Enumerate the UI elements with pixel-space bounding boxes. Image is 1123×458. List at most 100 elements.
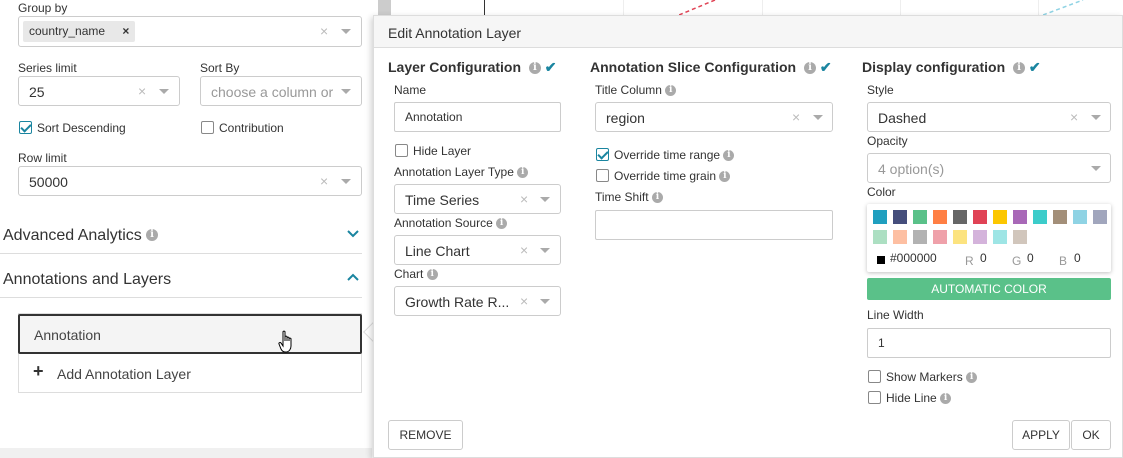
advanced-analytics-header[interactable]: Advanced Analytics i	[0, 214, 362, 254]
clear-icon[interactable]: ×	[520, 242, 528, 258]
row-limit-select[interactable]: 50000 ×	[18, 166, 362, 196]
color-swatch[interactable]	[933, 210, 947, 224]
hand-cursor-icon	[278, 330, 292, 353]
title-column-label-text: Title Column	[595, 83, 662, 97]
clear-icon[interactable]: ×	[520, 293, 528, 309]
chart-value: Growth Rate R...	[405, 294, 510, 310]
time-shift-input[interactable]	[595, 210, 833, 240]
contribution-checkbox[interactable]	[201, 121, 214, 134]
chevron-down-icon[interactable]	[341, 29, 351, 34]
annotation-type-select[interactable]: Time Series ×	[394, 184, 561, 214]
chevron-up-icon[interactable]	[346, 272, 360, 282]
clear-icon[interactable]: ×	[520, 191, 528, 207]
annotation-list-item[interactable]: Annotation	[18, 314, 362, 354]
hide-layer-label[interactable]: Hide Layer	[413, 144, 471, 158]
hide-layer-checkbox[interactable]	[395, 144, 408, 157]
clear-icon[interactable]: ×	[1070, 109, 1078, 125]
group-by-label: Group by	[18, 1, 68, 15]
chart-dashed-line-blue	[1043, 0, 1084, 15]
annotations-layers-header[interactable]: Annotations and Layers	[0, 258, 362, 298]
annotation-source-label-text: Annotation Source	[394, 216, 493, 230]
apply-button[interactable]: APPLY	[1012, 420, 1070, 450]
title-column-select[interactable]: region ×	[595, 102, 833, 132]
color-swatch[interactable]	[1093, 210, 1107, 224]
color-swatch[interactable]	[973, 230, 987, 244]
sort-descending-label[interactable]: Sort Descending	[37, 121, 126, 135]
add-annotation-layer-button[interactable]: + Add Annotation Layer	[19, 354, 361, 392]
color-swatch[interactable]	[913, 210, 927, 224]
g-input[interactable]: 0	[1027, 251, 1034, 265]
info-icon: i	[517, 167, 529, 179]
show-markers-checkbox[interactable]	[868, 370, 881, 383]
override-time-range-label[interactable]: Override time range i	[614, 148, 735, 162]
line-width-input[interactable]: 1	[867, 328, 1111, 358]
color-swatch[interactable]	[1053, 210, 1067, 224]
color-swatch[interactable]	[1013, 230, 1027, 244]
contribution-label[interactable]: Contribution	[219, 121, 284, 135]
chart-area	[391, 0, 1123, 15]
color-swatch[interactable]	[873, 210, 887, 224]
chevron-down-icon[interactable]	[341, 179, 351, 184]
annotation-type-label: Annotation Layer Type i	[394, 165, 529, 179]
style-select[interactable]: Dashed ×	[867, 102, 1111, 132]
opacity-select[interactable]: 4 option(s)	[867, 153, 1111, 183]
clear-icon[interactable]: ×	[138, 83, 146, 99]
color-swatch[interactable]	[933, 230, 947, 244]
override-time-grain-checkbox[interactable]	[596, 169, 609, 182]
chevron-down-icon[interactable]	[341, 89, 351, 94]
chevron-down-icon[interactable]	[813, 115, 823, 120]
info-icon: i	[426, 269, 438, 281]
color-swatch[interactable]	[893, 210, 907, 224]
color-swatch[interactable]	[1033, 210, 1047, 224]
ok-button[interactable]: OK	[1071, 420, 1111, 450]
chart-select[interactable]: Growth Rate R... ×	[394, 286, 561, 316]
chevron-down-icon[interactable]	[540, 197, 550, 202]
chevron-down-icon[interactable]	[159, 89, 169, 94]
automatic-color-button[interactable]: AUTOMATIC COLOR	[867, 278, 1111, 300]
r-input[interactable]: 0	[980, 251, 987, 265]
info-icon: i	[804, 62, 816, 75]
color-swatch[interactable]	[993, 210, 1007, 224]
group-by-select[interactable]: country_name × ×	[18, 16, 362, 47]
clear-icon[interactable]: ×	[792, 109, 800, 125]
series-limit-label: Series limit	[18, 61, 77, 75]
sort-by-select[interactable]: choose a column or	[200, 76, 362, 106]
color-swatch[interactable]	[1013, 210, 1027, 224]
hide-line-checkbox[interactable]	[868, 391, 881, 404]
pane-divider[interactable]	[378, 0, 391, 15]
b-label: B	[1059, 254, 1068, 268]
chevron-down-icon[interactable]	[1091, 166, 1101, 171]
annotation-source-select[interactable]: Line Chart ×	[394, 235, 561, 265]
remove-button[interactable]: REMOVE	[388, 420, 463, 450]
info-icon: i	[966, 372, 978, 384]
color-swatch[interactable]	[873, 230, 887, 244]
clear-icon[interactable]: ×	[320, 173, 328, 189]
chevron-down-icon[interactable]	[540, 248, 550, 253]
color-swatch[interactable]	[913, 230, 927, 244]
b-input[interactable]: 0	[1074, 251, 1081, 265]
check-icon: ✔	[544, 59, 557, 75]
color-swatch[interactable]	[893, 230, 907, 244]
chevron-down-icon[interactable]	[540, 299, 550, 304]
clear-icon[interactable]: ×	[320, 23, 328, 39]
series-limit-select[interactable]: 25 ×	[18, 76, 180, 106]
color-swatch[interactable]	[1073, 210, 1087, 224]
color-swatch[interactable]	[973, 210, 987, 224]
annotations-layers-title: Annotations and Layers	[3, 271, 172, 288]
override-time-range-checkbox[interactable]	[596, 148, 609, 161]
name-input[interactable]: Annotation	[394, 102, 561, 132]
override-time-grain-label[interactable]: Override time grain i	[614, 169, 731, 183]
hide-line-label[interactable]: Hide Line i	[886, 391, 952, 405]
override-time-grain-text: Override time grain	[614, 169, 717, 183]
color-swatch[interactable]	[953, 230, 967, 244]
color-swatch[interactable]	[993, 230, 1007, 244]
info-icon: i	[528, 62, 541, 75]
color-swatch[interactable]	[953, 210, 967, 224]
chevron-down-icon[interactable]	[346, 229, 360, 239]
hex-input[interactable]: #000000	[890, 251, 937, 265]
chevron-down-icon[interactable]	[1091, 115, 1101, 120]
sort-descending-checkbox[interactable]	[19, 121, 32, 134]
show-markers-label[interactable]: Show Markers i	[886, 370, 978, 384]
tag-remove-icon[interactable]: ×	[122, 24, 129, 38]
modal-header: Edit Annotation Layer	[374, 16, 1122, 48]
